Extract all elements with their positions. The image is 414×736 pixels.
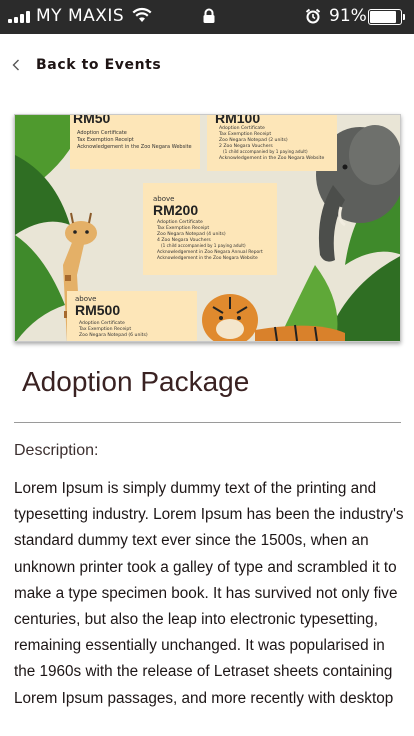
tier-item: Adoption Certificate — [77, 130, 127, 136]
tier-item: Acknowledgement in Zoo Negara Annual Rep… — [157, 249, 263, 255]
battery-percent: 91% — [329, 6, 367, 26]
back-label: Back to Events — [36, 57, 162, 73]
event-hero-image: RM50 Adoption Certificate Tax Exemption … — [14, 114, 401, 342]
tier-card: RM100 Adoption Certificate Tax Exemption… — [207, 115, 337, 171]
signal-icon — [8, 11, 30, 23]
tier-item: Adoption Certificate — [157, 219, 203, 225]
status-bar: MY MAXIS 91% — [0, 0, 414, 34]
tier-item: Zoo Negara Notepad (6 units) — [79, 332, 148, 338]
description-text: Lorem Ipsum is simply dummy text of the … — [14, 480, 404, 707]
description-label: Description: — [14, 442, 99, 459]
back-to-events-link[interactable]: Back to Events — [8, 52, 161, 78]
tier-item: Tax Exemption Receipt — [78, 326, 131, 332]
tier-item: Acknowledgement in the Zoo Negara Websit… — [219, 155, 324, 161]
tier-item: Acknowledgement in the Zoo Negara Websit… — [77, 144, 192, 150]
tier-price: RM500 — [75, 302, 120, 318]
tier-item: (1 child accompanied by 1 paying adult) — [161, 243, 246, 248]
tier-item: Tax Exemption Receipt — [156, 225, 209, 231]
alarm-icon — [305, 8, 321, 24]
lock-icon — [203, 8, 215, 23]
tier-item: Tax Exemption Receipt — [76, 137, 134, 143]
tier-card: above RM200 Adoption Certificate Tax Exe… — [143, 183, 277, 275]
page-title: Adoption Package — [22, 366, 250, 397]
tier-card: above RM500 Adoption Certificate Tax Exe… — [67, 291, 197, 341]
adoption-poster-illustration: RM50 Adoption Certificate Tax Exemption … — [15, 115, 400, 341]
tier-item: Adoption Certificate — [219, 125, 265, 131]
tier-price: RM50 — [73, 115, 111, 126]
tier-item: (1 child accompanied by 1 paying adult) — [223, 149, 308, 154]
tier-item: Zoo Negara Notepad (4 units) — [157, 231, 226, 237]
battery-icon — [368, 9, 405, 25]
tier-item: Acknowledgement in the Zoo Negara Websit… — [157, 255, 258, 261]
tier-item: Zoo Negara Notepad (2 units) — [219, 137, 288, 143]
chevron-left-icon — [12, 59, 19, 71]
tier-item: Adoption Certificate — [79, 320, 125, 326]
tier-price: RM100 — [215, 115, 260, 126]
wifi-icon — [132, 7, 152, 22]
tier-card: RM50 Adoption Certificate Tax Exemption … — [70, 115, 200, 170]
divider — [14, 422, 401, 423]
carrier-name: MY MAXIS — [36, 6, 125, 26]
tier-price: RM200 — [153, 202, 198, 218]
tier-item: Tax Exemption Receipt — [218, 131, 271, 137]
